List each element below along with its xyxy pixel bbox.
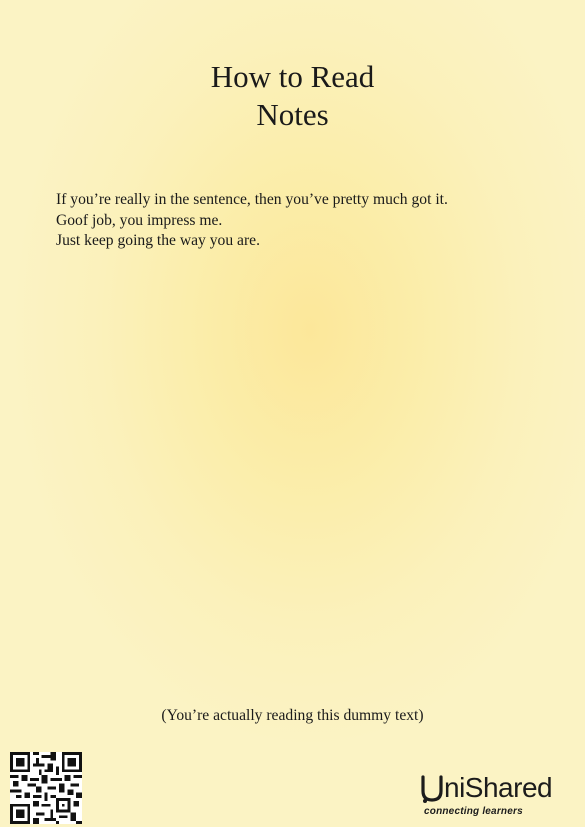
footer-note: (You’re actually reading this dummy text… xyxy=(161,707,424,724)
body-line: Just keep going the way you are. xyxy=(56,232,260,249)
page-title: How to Read Notes xyxy=(0,58,585,134)
qr-code-icon xyxy=(10,752,82,824)
title-line-2: Notes xyxy=(256,97,329,132)
body-line: Goof job, you impress me. xyxy=(56,211,223,229)
body-line: If you’re really in the sentence, then y… xyxy=(56,191,448,208)
body-paragraph: If you’re really in the sentence, then y… xyxy=(56,190,556,252)
title-line-1: How to Read xyxy=(210,59,375,94)
logo-tagline: connecting learners xyxy=(424,806,523,817)
logo-swoosh-icon xyxy=(421,775,443,803)
document-page: How to Read Notes If you’re really in th… xyxy=(0,0,585,827)
logo-wordmark: niShared xyxy=(444,772,553,803)
unishared-logo: niShared connecting learners xyxy=(420,772,582,822)
